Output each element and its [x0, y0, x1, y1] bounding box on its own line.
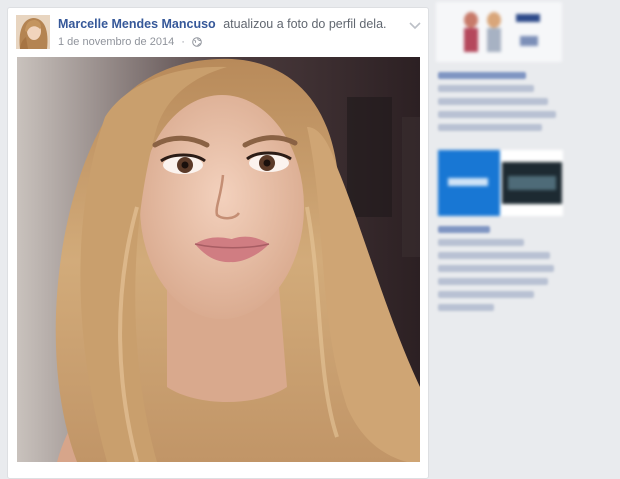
avatar[interactable]	[16, 15, 50, 49]
meta-separator: ·	[181, 36, 185, 48]
post-date-link[interactable]: 1 de novembro de 2014	[58, 36, 174, 48]
globe-icon[interactable]	[192, 37, 202, 47]
sidebar-ad-banner[interactable]	[438, 150, 563, 216]
avatar-image	[16, 15, 50, 49]
post-action-text: atualizou a foto do perfil dela.	[223, 17, 387, 31]
post-header: Marcelle Mendes Mancuso atualizou a foto…	[16, 14, 422, 60]
post-meta: 1 de novembro de 2014 ·	[58, 36, 202, 48]
author-line: Marcelle Mendes Mancuso atualizou a foto…	[58, 17, 387, 31]
profile-photo[interactable]	[17, 57, 420, 462]
right-sidebar	[436, 0, 620, 465]
chevron-down-icon[interactable]	[408, 18, 422, 30]
author-name-link[interactable]: Marcelle Mendes Mancuso	[58, 17, 216, 31]
sidebar-ad-text-2	[438, 226, 562, 317]
sidebar-ad-thumbnail[interactable]	[436, 2, 562, 62]
sidebar-ad-text-1	[438, 72, 562, 137]
post-card: Marcelle Mendes Mancuso atualizou a foto…	[7, 7, 429, 479]
